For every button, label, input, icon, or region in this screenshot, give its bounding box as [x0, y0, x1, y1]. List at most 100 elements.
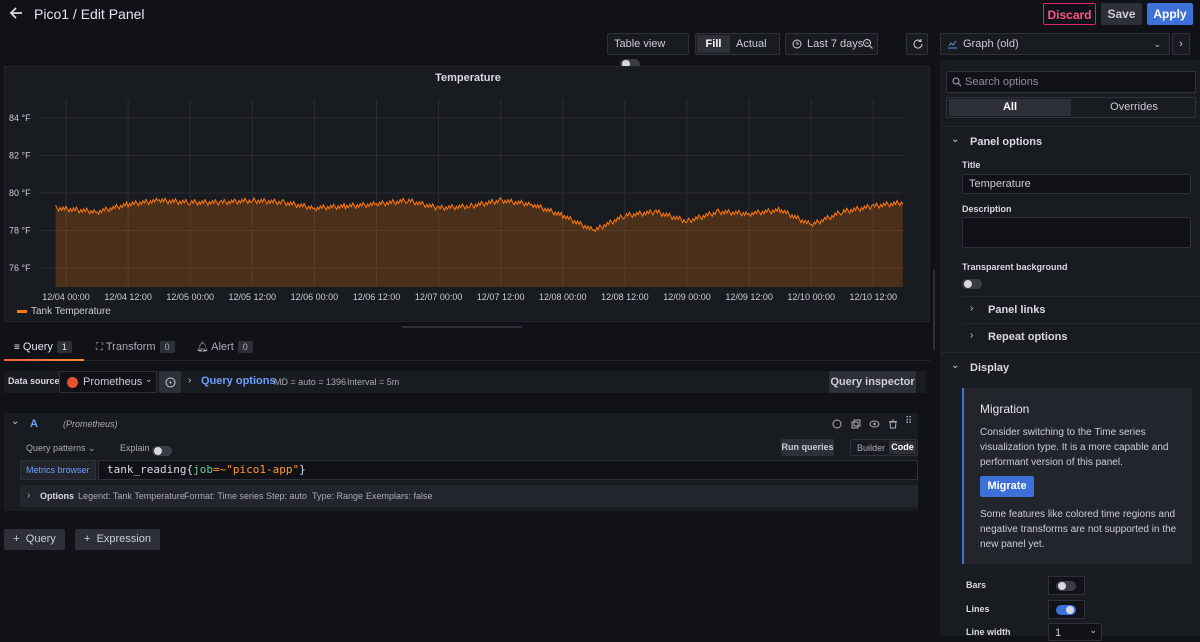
- resize-handle[interactable]: [402, 326, 522, 328]
- x-tick-label: 12/04 00:00: [42, 292, 90, 302]
- chevron-right-icon: ›: [27, 485, 30, 507]
- chevron-down-icon: ⌄: [951, 134, 959, 145]
- help-icon: [165, 377, 176, 388]
- explain-switch[interactable]: [152, 446, 172, 456]
- collapse-chevron-icon[interactable]: ⌄: [11, 416, 19, 427]
- refresh-button[interactable]: [906, 33, 928, 55]
- panel-preview: Temperature 84 °F82 °F80 °F78 °F76 °F12/…: [4, 66, 930, 322]
- pane-splitter[interactable]: [933, 270, 935, 350]
- fill-actual-group: Fill Actual: [695, 33, 780, 55]
- max-data-points: MD = auto = 1396: [274, 377, 346, 387]
- title-label: Title: [962, 160, 980, 170]
- display-header[interactable]: Display: [970, 362, 1009, 374]
- search-options-input[interactable]: Search options: [946, 71, 1196, 93]
- chevron-down-icon: ⌄: [1089, 621, 1097, 639]
- editor-mode-toggle: Builder Code: [850, 439, 918, 456]
- transparent-background-switch[interactable]: [962, 279, 982, 289]
- migration-note: Some features like colored time regions …: [980, 507, 1185, 552]
- explain-label: Explain: [120, 443, 150, 453]
- visualization-picker[interactable]: Graph (old) ⌄: [940, 33, 1170, 55]
- chevron-right-icon: ›: [970, 330, 973, 341]
- code-option[interactable]: Code: [889, 441, 916, 454]
- divider: [962, 323, 1200, 324]
- drag-handle-icon[interactable]: ⠿: [905, 416, 911, 427]
- datasource-help-button[interactable]: [159, 371, 181, 393]
- arrow-left-icon[interactable]: [8, 5, 24, 21]
- legend-item[interactable]: Tank Temperature: [17, 306, 111, 317]
- add-expression-button[interactable]: + Expression: [75, 529, 160, 550]
- tab-overrides[interactable]: Overrides: [1073, 99, 1195, 116]
- datasource-label: Data source: [8, 376, 60, 386]
- save-button[interactable]: Save: [1101, 3, 1142, 25]
- tab-alert[interactable]: 🔔︎ Alert 0: [196, 341, 253, 353]
- query-inspector-button[interactable]: Query inspector: [829, 371, 916, 393]
- table-view-label: Table view: [614, 38, 665, 50]
- query-options-summary[interactable]: › Options Legend: Tank Temperature Forma…: [20, 485, 918, 507]
- x-tick-label: 12/10 00:00: [787, 292, 835, 302]
- line-width-select[interactable]: 1⌄: [1048, 623, 1102, 641]
- expr-label-value: "pico1-app": [226, 463, 299, 476]
- discard-button[interactable]: Discard: [1043, 3, 1096, 25]
- tab-transform-label: Transform: [106, 341, 156, 353]
- collapse-options-button[interactable]: ›: [1172, 33, 1190, 55]
- tab-query-count: 1: [57, 341, 72, 353]
- trash-icon[interactable]: [888, 419, 898, 429]
- expr-label-key: job: [193, 463, 213, 476]
- divider: [940, 352, 1200, 353]
- x-tick-label: 12/10 12:00: [850, 292, 898, 302]
- bars-switch[interactable]: [1056, 581, 1076, 591]
- add-query-label: Query: [26, 533, 56, 545]
- bell-icon: 🔔︎: [196, 342, 209, 353]
- table-view-toggle[interactable]: Table view: [607, 33, 689, 55]
- tab-alert-count: 0: [238, 341, 253, 353]
- zoom-out-icon[interactable]: [862, 38, 874, 50]
- legend-swatch: [17, 310, 27, 313]
- chevron-down-icon: ⌄: [1153, 34, 1161, 54]
- line-width-value: 1: [1055, 627, 1061, 639]
- y-tick-label: 82 °F: [9, 150, 31, 160]
- add-query-button[interactable]: + Query: [4, 529, 65, 550]
- time-range: Last 7 days: [807, 34, 863, 54]
- migrate-button[interactable]: Migrate: [980, 476, 1034, 497]
- temperature-chart: 84 °F82 °F80 °F78 °F76 °F12/04 00:0012/0…: [5, 67, 931, 323]
- datasource-picker[interactable]: Prometheus ⌄: [59, 371, 157, 393]
- options-filter-tabs: All Overrides: [946, 97, 1196, 118]
- options-legend: Legend: Tank Temperature: [78, 485, 185, 507]
- query-interval: Interval = 5m: [347, 377, 399, 387]
- x-tick-label: 12/05 00:00: [166, 292, 214, 302]
- fill-option[interactable]: Fill: [697, 35, 730, 53]
- tab-transform[interactable]: ⛶ Transform0: [96, 341, 175, 353]
- query-expression-input[interactable]: tank_reading{job=~"pico1-app"}: [98, 460, 918, 480]
- help-icon[interactable]: [832, 419, 842, 429]
- panel-links-header[interactable]: Panel links: [988, 304, 1045, 316]
- repeat-options-header[interactable]: Repeat options: [988, 331, 1067, 343]
- query-patterns-dropdown[interactable]: Query patterns ⌄: [26, 443, 96, 454]
- title-input[interactable]: Temperature: [962, 174, 1191, 194]
- search-icon: [952, 77, 962, 87]
- transform-icon: ⛶: [96, 342, 103, 353]
- lines-switch[interactable]: [1056, 605, 1076, 615]
- query-options-toggle[interactable]: Query options: [201, 375, 276, 387]
- chevron-down-icon: ⌄: [88, 443, 96, 453]
- time-picker[interactable]: Last 7 days: [785, 33, 878, 55]
- series-area: [56, 198, 903, 287]
- description-textarea[interactable]: [962, 217, 1191, 248]
- migration-text: Consider switching to the Time series vi…: [980, 425, 1185, 470]
- tab-all[interactable]: All: [949, 99, 1071, 116]
- metrics-browser-button[interactable]: Metrics browser ›: [20, 460, 96, 480]
- options-label: Options: [40, 485, 74, 507]
- duplicate-icon[interactable]: [851, 419, 861, 429]
- query-ref-id[interactable]: A: [30, 418, 38, 430]
- run-queries-button[interactable]: Run queries: [781, 439, 834, 456]
- query-patterns-label: Query patterns: [26, 443, 86, 453]
- bars-switch-container: [1048, 576, 1085, 595]
- panel-options-header[interactable]: Panel options: [970, 136, 1042, 148]
- tab-alert-label: Alert: [211, 341, 234, 353]
- apply-button[interactable]: Apply: [1147, 3, 1193, 25]
- y-tick-label: 80 °F: [9, 188, 31, 198]
- actual-option[interactable]: Actual: [736, 34, 767, 54]
- builder-option[interactable]: Builder: [857, 443, 885, 453]
- legend-label: Tank Temperature: [31, 306, 111, 317]
- eye-icon[interactable]: [869, 419, 880, 429]
- tab-query[interactable]: ≡ Query1: [14, 341, 72, 353]
